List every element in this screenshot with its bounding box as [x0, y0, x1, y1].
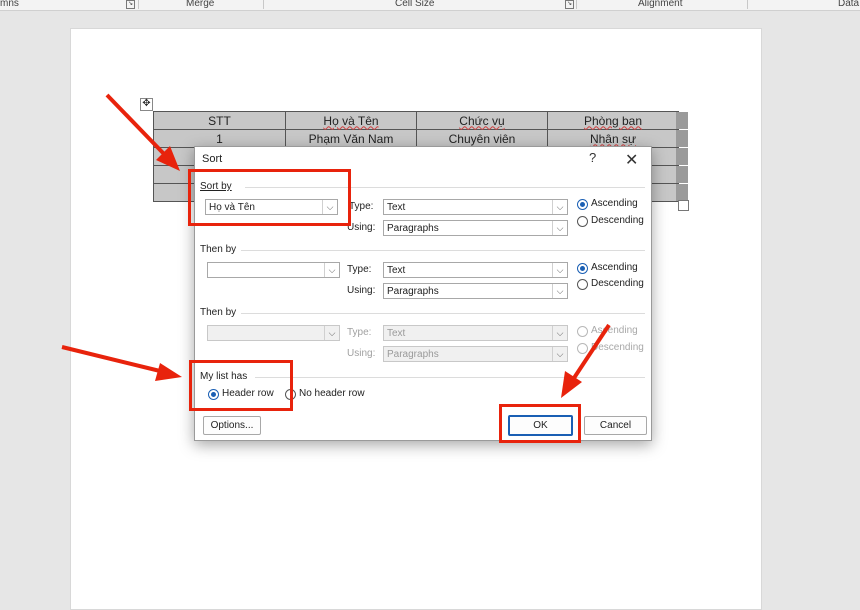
arrow-to-sort-by	[105, 93, 167, 157]
arrow-head	[561, 371, 582, 398]
arrow-to-ok-button	[572, 323, 611, 380]
annotation-arrows	[61, 93, 611, 398]
arrow-to-header-row	[61, 345, 161, 373]
arrow-head	[155, 363, 182, 381]
